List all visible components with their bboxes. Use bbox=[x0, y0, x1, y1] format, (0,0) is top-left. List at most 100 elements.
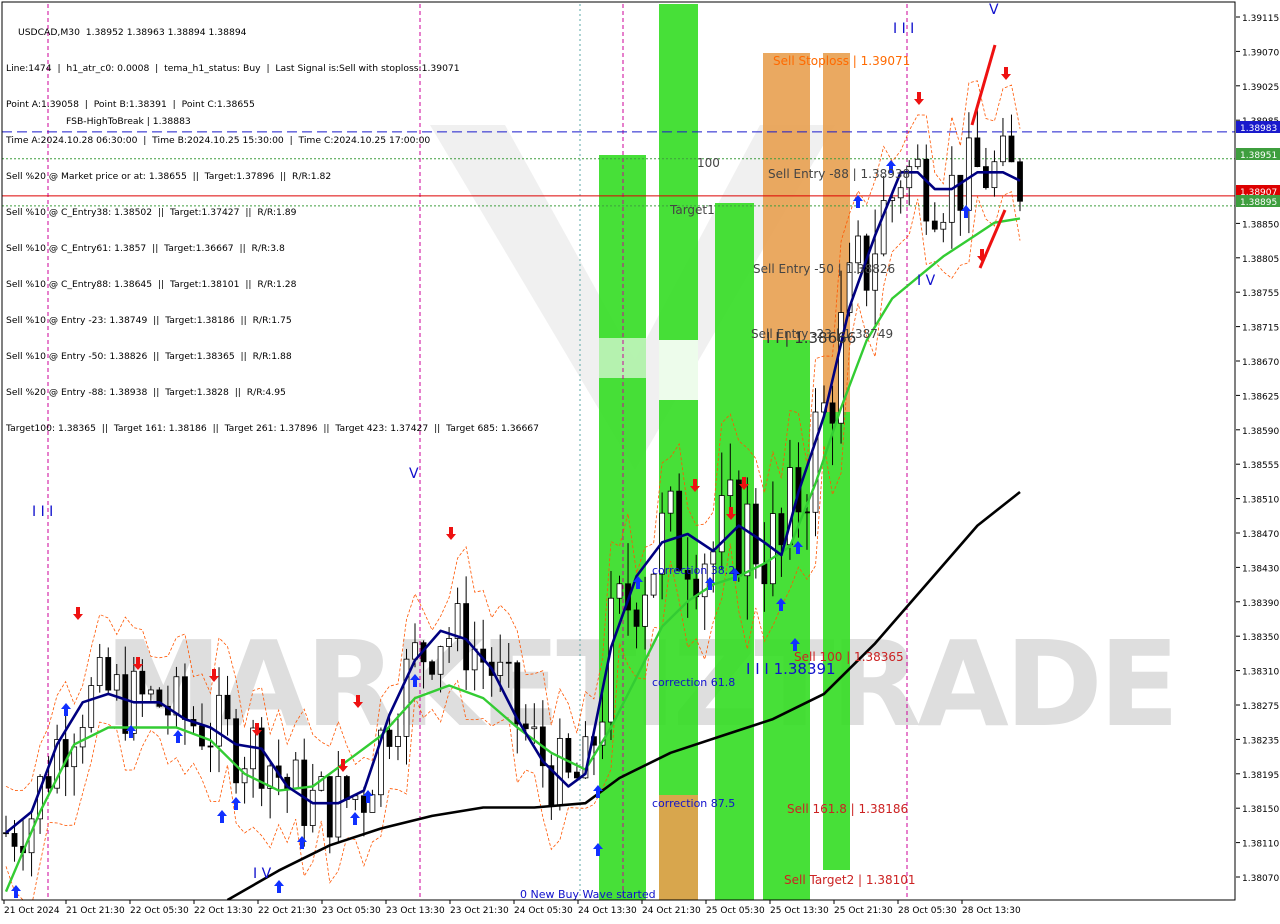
info-line: Sell %20 @ Market price or at: 1.38655 |… bbox=[6, 171, 332, 182]
candle-body bbox=[829, 402, 836, 424]
candle-body bbox=[446, 638, 452, 648]
candle-body bbox=[965, 137, 972, 211]
candle-body bbox=[147, 689, 154, 695]
candle-body bbox=[403, 658, 410, 737]
candle-body bbox=[429, 661, 435, 675]
sell-entry-50-label: Sell Entry -50 | 1.38826 bbox=[753, 262, 895, 276]
info-line: Sell %10 @ C_Entry88: 1.38645 || Target:… bbox=[6, 279, 297, 290]
time-tick-label: 21 Oct 21:30 bbox=[66, 906, 125, 916]
sell-161-label: Sell 161.8 | 1.38186 bbox=[787, 802, 908, 816]
zone-gap-1 bbox=[659, 340, 698, 400]
candle-body bbox=[761, 563, 768, 585]
time-axis: 21 Oct 2024 21 Oct 21:30 22 Oct 05:30 22 Oc… bbox=[0, 900, 1280, 920]
hundred-label: 100 bbox=[697, 156, 720, 170]
candle bbox=[233, 708, 239, 794]
price-tick-label: 1.39070 bbox=[1242, 48, 1279, 58]
candle-body bbox=[650, 573, 657, 596]
zone-orange-1 bbox=[763, 53, 810, 340]
wave-ii-label: I I | 1.38666 bbox=[766, 329, 856, 347]
candle-body bbox=[360, 795, 367, 813]
candle-body bbox=[258, 727, 265, 789]
candle-body bbox=[948, 174, 955, 223]
candle-body bbox=[343, 776, 350, 800]
candle-body bbox=[207, 745, 214, 748]
price-tick-label: 1.38850 bbox=[1242, 220, 1279, 230]
chart-window[interactable]: MARKETIZTRADE Sell Stoploss | 1.39071 Se… bbox=[0, 0, 1280, 920]
candle-body bbox=[224, 694, 231, 720]
candle-body bbox=[105, 657, 112, 691]
price-tick-label: 1.38805 bbox=[1242, 255, 1279, 265]
candle-body bbox=[309, 789, 316, 826]
candle-body bbox=[497, 661, 504, 676]
info-line: Sell %10 @ Entry -23: 1.38749 || Target:… bbox=[6, 315, 292, 326]
time-tick-label: 24 Oct 13:30 bbox=[578, 906, 637, 916]
candle-body bbox=[914, 158, 921, 168]
candle-body bbox=[45, 776, 52, 789]
candle-body bbox=[727, 479, 734, 496]
candle bbox=[565, 733, 572, 779]
price-marker-label: 1.38951 bbox=[1240, 151, 1277, 161]
candle-body bbox=[182, 676, 188, 720]
candle-body bbox=[710, 551, 717, 565]
price-tick-label: 1.38715 bbox=[1242, 324, 1279, 334]
symbol-line: USDCAD,M30 1.38952 1.38963 1.38894 1.388… bbox=[18, 27, 247, 38]
info-line: Point A:1.39058 | Point B:1.38391 | Poin… bbox=[6, 99, 255, 110]
candle-body bbox=[667, 490, 674, 514]
time-tick-label: 23 Oct 21:30 bbox=[450, 906, 509, 916]
info-panel: USDCAD,M30 1.38952 1.38963 1.38894 1.388… bbox=[6, 3, 539, 459]
candle-body bbox=[233, 718, 239, 784]
candle-body bbox=[565, 737, 572, 773]
candle-body bbox=[804, 511, 810, 514]
time-tick-label: 25 Oct 13:30 bbox=[770, 906, 829, 916]
candle-body bbox=[122, 674, 129, 734]
correction-61-label: correction 61.8 bbox=[652, 676, 735, 689]
candle-body bbox=[88, 685, 95, 728]
candle-body bbox=[96, 657, 103, 687]
candle-body bbox=[1017, 161, 1023, 202]
candle-body bbox=[386, 729, 393, 747]
candle-body bbox=[574, 771, 580, 779]
price-tick-label: 1.39115 bbox=[1242, 14, 1279, 24]
price-tick-label: 1.38430 bbox=[1242, 564, 1279, 574]
wave-label-iii-left: I I I bbox=[32, 504, 53, 520]
wave-label-v-mid: V bbox=[409, 466, 419, 482]
candle-body bbox=[923, 158, 930, 222]
candle-body bbox=[974, 137, 981, 167]
candle-body bbox=[437, 646, 444, 675]
candle-body bbox=[633, 609, 640, 627]
zone-green-4 bbox=[763, 340, 810, 900]
price-tick-label: 1.38510 bbox=[1242, 496, 1279, 506]
time-axis-bg bbox=[0, 900, 1280, 920]
candle-body bbox=[752, 503, 759, 565]
candle-body bbox=[812, 411, 819, 513]
candle-body bbox=[173, 676, 180, 716]
time-tick-label: 21 Oct 2024 bbox=[4, 906, 60, 916]
price-tick-label: 1.38670 bbox=[1242, 358, 1279, 368]
price-tick-label: 1.39025 bbox=[1242, 83, 1279, 93]
price-tick-label: 1.38390 bbox=[1242, 599, 1279, 609]
price-tick-label: 1.38110 bbox=[1242, 840, 1279, 850]
candle-body bbox=[931, 220, 938, 230]
wave-label-iv-right: I V bbox=[917, 273, 936, 289]
candle bbox=[88, 677, 95, 733]
time-tick-label: 23 Oct 13:30 bbox=[386, 906, 445, 916]
candle-body bbox=[1000, 135, 1006, 163]
price-tick-label: 1.38755 bbox=[1242, 289, 1279, 299]
sell-entry-88-label: Sell Entry -88 | 1.38938 bbox=[768, 167, 910, 181]
candle-body bbox=[897, 187, 904, 199]
info-line: Sell %20 @ Entry -88: 1.38938 || Target:… bbox=[6, 387, 286, 398]
candle-body bbox=[292, 759, 299, 790]
info-line: Sell %10 @ Entry -50: 1.38826 || Target:… bbox=[6, 351, 292, 362]
zone-orange-3 bbox=[659, 795, 698, 900]
candle-body bbox=[11, 833, 18, 847]
time-tick-label: 22 Oct 13:30 bbox=[194, 906, 253, 916]
info-line: Line:1474 | h1_atr_c0: 0.0008 | tema_h1_… bbox=[6, 63, 460, 74]
zone-green-2 bbox=[659, 4, 698, 900]
candle-body bbox=[79, 726, 86, 748]
price-tick-label: 1.38625 bbox=[1242, 392, 1279, 402]
candle-body bbox=[616, 583, 623, 599]
candle-body bbox=[463, 603, 470, 671]
candle-body bbox=[642, 594, 648, 627]
price-tick-label: 1.38275 bbox=[1242, 702, 1279, 712]
candle-body bbox=[778, 513, 785, 546]
